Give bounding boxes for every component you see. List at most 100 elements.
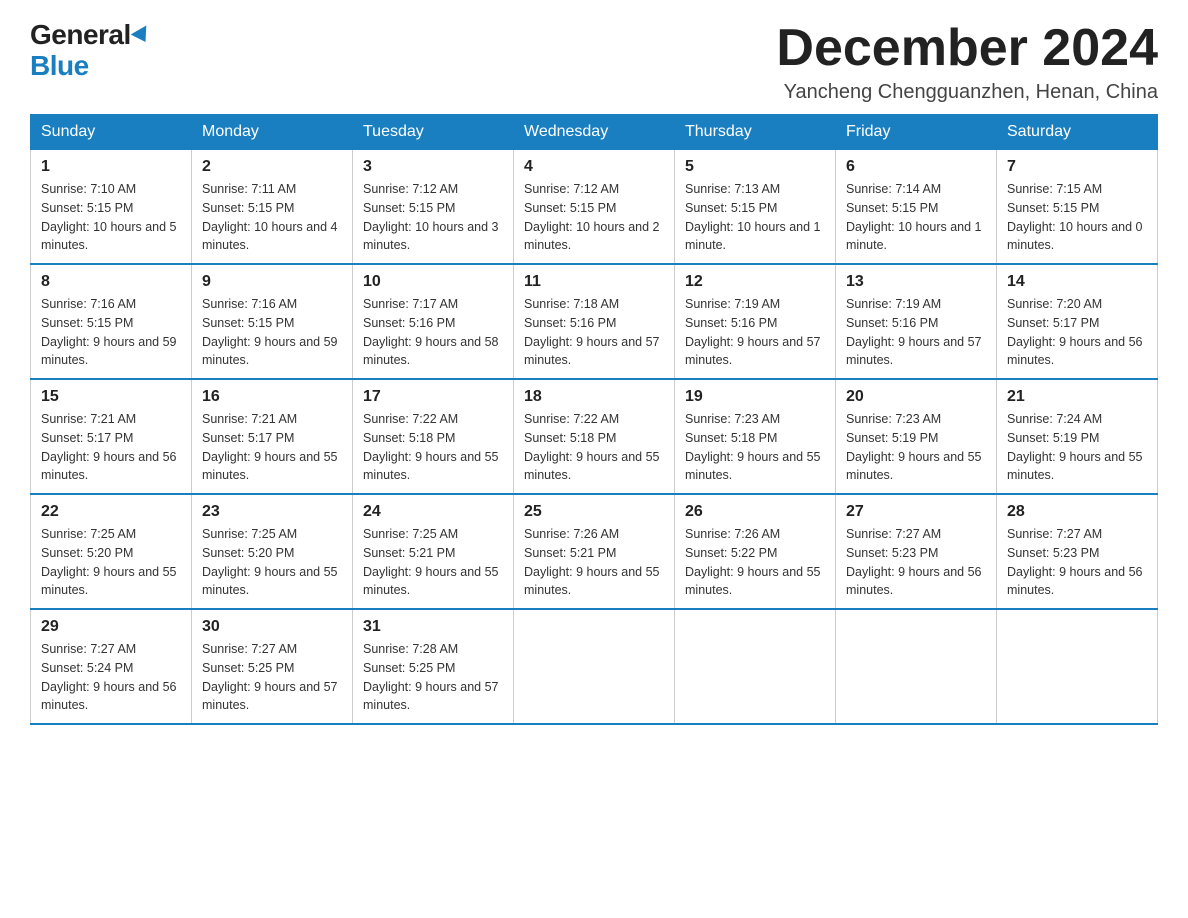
calendar-header-thursday: Thursday xyxy=(675,115,836,150)
calendar-day-cell: 9 Sunrise: 7:16 AM Sunset: 5:15 PM Dayli… xyxy=(192,264,353,379)
day-number: 3 xyxy=(363,158,503,176)
calendar-day-cell: 29 Sunrise: 7:27 AM Sunset: 5:24 PM Dayl… xyxy=(31,609,192,724)
calendar-day-cell: 26 Sunrise: 7:26 AM Sunset: 5:22 PM Dayl… xyxy=(675,494,836,609)
day-info: Sunrise: 7:19 AM Sunset: 5:16 PM Dayligh… xyxy=(685,295,825,370)
calendar-day-cell: 15 Sunrise: 7:21 AM Sunset: 5:17 PM Dayl… xyxy=(31,379,192,494)
day-number: 4 xyxy=(524,158,664,176)
day-info: Sunrise: 7:23 AM Sunset: 5:18 PM Dayligh… xyxy=(685,410,825,485)
day-number: 15 xyxy=(41,388,181,406)
day-info: Sunrise: 7:12 AM Sunset: 5:15 PM Dayligh… xyxy=(524,180,664,255)
day-info: Sunrise: 7:28 AM Sunset: 5:25 PM Dayligh… xyxy=(363,640,503,715)
logo-blue-text: Blue xyxy=(30,50,89,81)
day-info: Sunrise: 7:21 AM Sunset: 5:17 PM Dayligh… xyxy=(202,410,342,485)
day-info: Sunrise: 7:13 AM Sunset: 5:15 PM Dayligh… xyxy=(685,180,825,255)
day-number: 22 xyxy=(41,503,181,521)
calendar-day-cell: 14 Sunrise: 7:20 AM Sunset: 5:17 PM Dayl… xyxy=(997,264,1158,379)
calendar-day-cell: 16 Sunrise: 7:21 AM Sunset: 5:17 PM Dayl… xyxy=(192,379,353,494)
day-info: Sunrise: 7:25 AM Sunset: 5:20 PM Dayligh… xyxy=(41,525,181,600)
day-number: 5 xyxy=(685,158,825,176)
calendar-day-cell: 31 Sunrise: 7:28 AM Sunset: 5:25 PM Dayl… xyxy=(353,609,514,724)
day-info: Sunrise: 7:24 AM Sunset: 5:19 PM Dayligh… xyxy=(1007,410,1147,485)
day-info: Sunrise: 7:16 AM Sunset: 5:15 PM Dayligh… xyxy=(41,295,181,370)
day-number: 29 xyxy=(41,618,181,636)
day-number: 12 xyxy=(685,273,825,291)
calendar-day-cell: 2 Sunrise: 7:11 AM Sunset: 5:15 PM Dayli… xyxy=(192,150,353,265)
page-header: General Blue December 2024 Yancheng Chen… xyxy=(30,20,1158,104)
calendar-day-cell: 24 Sunrise: 7:25 AM Sunset: 5:21 PM Dayl… xyxy=(353,494,514,609)
calendar-day-cell xyxy=(836,609,997,724)
calendar-day-cell: 12 Sunrise: 7:19 AM Sunset: 5:16 PM Dayl… xyxy=(675,264,836,379)
day-number: 26 xyxy=(685,503,825,521)
day-number: 9 xyxy=(202,273,342,291)
day-info: Sunrise: 7:26 AM Sunset: 5:22 PM Dayligh… xyxy=(685,525,825,600)
calendar-week-row: 1 Sunrise: 7:10 AM Sunset: 5:15 PM Dayli… xyxy=(31,150,1158,265)
day-number: 7 xyxy=(1007,158,1147,176)
day-number: 28 xyxy=(1007,503,1147,521)
calendar-header-saturday: Saturday xyxy=(997,115,1158,150)
day-number: 14 xyxy=(1007,273,1147,291)
calendar-week-row: 15 Sunrise: 7:21 AM Sunset: 5:17 PM Dayl… xyxy=(31,379,1158,494)
day-info: Sunrise: 7:14 AM Sunset: 5:15 PM Dayligh… xyxy=(846,180,986,255)
day-info: Sunrise: 7:18 AM Sunset: 5:16 PM Dayligh… xyxy=(524,295,664,370)
calendar-day-cell: 8 Sunrise: 7:16 AM Sunset: 5:15 PM Dayli… xyxy=(31,264,192,379)
calendar-day-cell: 27 Sunrise: 7:27 AM Sunset: 5:23 PM Dayl… xyxy=(836,494,997,609)
day-number: 13 xyxy=(846,273,986,291)
day-number: 27 xyxy=(846,503,986,521)
calendar-header-monday: Monday xyxy=(192,115,353,150)
calendar-day-cell: 6 Sunrise: 7:14 AM Sunset: 5:15 PM Dayli… xyxy=(836,150,997,265)
day-info: Sunrise: 7:21 AM Sunset: 5:17 PM Dayligh… xyxy=(41,410,181,485)
day-info: Sunrise: 7:11 AM Sunset: 5:15 PM Dayligh… xyxy=(202,180,342,255)
calendar-header-sunday: Sunday xyxy=(31,115,192,150)
calendar-header-row: SundayMondayTuesdayWednesdayThursdayFrid… xyxy=(31,115,1158,150)
calendar-day-cell: 11 Sunrise: 7:18 AM Sunset: 5:16 PM Dayl… xyxy=(514,264,675,379)
day-number: 2 xyxy=(202,158,342,176)
day-number: 23 xyxy=(202,503,342,521)
calendar-day-cell: 19 Sunrise: 7:23 AM Sunset: 5:18 PM Dayl… xyxy=(675,379,836,494)
day-number: 24 xyxy=(363,503,503,521)
calendar-day-cell xyxy=(675,609,836,724)
calendar-week-row: 29 Sunrise: 7:27 AM Sunset: 5:24 PM Dayl… xyxy=(31,609,1158,724)
title-area: December 2024 Yancheng Chengguanzhen, He… xyxy=(776,20,1158,104)
location-text: Yancheng Chengguanzhen, Henan, China xyxy=(776,81,1158,104)
calendar-header-wednesday: Wednesday xyxy=(514,115,675,150)
day-info: Sunrise: 7:25 AM Sunset: 5:21 PM Dayligh… xyxy=(363,525,503,600)
day-info: Sunrise: 7:20 AM Sunset: 5:17 PM Dayligh… xyxy=(1007,295,1147,370)
month-title: December 2024 xyxy=(776,20,1158,77)
calendar-week-row: 8 Sunrise: 7:16 AM Sunset: 5:15 PM Dayli… xyxy=(31,264,1158,379)
day-number: 17 xyxy=(363,388,503,406)
calendar-day-cell: 5 Sunrise: 7:13 AM Sunset: 5:15 PM Dayli… xyxy=(675,150,836,265)
day-info: Sunrise: 7:27 AM Sunset: 5:25 PM Dayligh… xyxy=(202,640,342,715)
calendar-week-row: 22 Sunrise: 7:25 AM Sunset: 5:20 PM Dayl… xyxy=(31,494,1158,609)
calendar-day-cell: 30 Sunrise: 7:27 AM Sunset: 5:25 PM Dayl… xyxy=(192,609,353,724)
day-number: 19 xyxy=(685,388,825,406)
calendar-day-cell: 18 Sunrise: 7:22 AM Sunset: 5:18 PM Dayl… xyxy=(514,379,675,494)
day-number: 16 xyxy=(202,388,342,406)
calendar-header-tuesday: Tuesday xyxy=(353,115,514,150)
day-number: 1 xyxy=(41,158,181,176)
day-info: Sunrise: 7:22 AM Sunset: 5:18 PM Dayligh… xyxy=(363,410,503,485)
day-info: Sunrise: 7:25 AM Sunset: 5:20 PM Dayligh… xyxy=(202,525,342,600)
day-info: Sunrise: 7:27 AM Sunset: 5:24 PM Dayligh… xyxy=(41,640,181,715)
calendar-day-cell: 13 Sunrise: 7:19 AM Sunset: 5:16 PM Dayl… xyxy=(836,264,997,379)
calendar-day-cell: 21 Sunrise: 7:24 AM Sunset: 5:19 PM Dayl… xyxy=(997,379,1158,494)
day-info: Sunrise: 7:22 AM Sunset: 5:18 PM Dayligh… xyxy=(524,410,664,485)
day-info: Sunrise: 7:19 AM Sunset: 5:16 PM Dayligh… xyxy=(846,295,986,370)
day-number: 20 xyxy=(846,388,986,406)
day-number: 18 xyxy=(524,388,664,406)
logo-arrow-icon xyxy=(130,25,153,46)
day-number: 11 xyxy=(524,273,664,291)
day-number: 30 xyxy=(202,618,342,636)
day-info: Sunrise: 7:27 AM Sunset: 5:23 PM Dayligh… xyxy=(1007,525,1147,600)
logo-general-text: General xyxy=(30,19,131,50)
logo: General Blue xyxy=(30,20,151,82)
calendar-day-cell: 1 Sunrise: 7:10 AM Sunset: 5:15 PM Dayli… xyxy=(31,150,192,265)
day-number: 21 xyxy=(1007,388,1147,406)
day-info: Sunrise: 7:12 AM Sunset: 5:15 PM Dayligh… xyxy=(363,180,503,255)
calendar-day-cell: 3 Sunrise: 7:12 AM Sunset: 5:15 PM Dayli… xyxy=(353,150,514,265)
calendar-header-friday: Friday xyxy=(836,115,997,150)
day-info: Sunrise: 7:15 AM Sunset: 5:15 PM Dayligh… xyxy=(1007,180,1147,255)
calendar-day-cell: 23 Sunrise: 7:25 AM Sunset: 5:20 PM Dayl… xyxy=(192,494,353,609)
day-number: 6 xyxy=(846,158,986,176)
day-info: Sunrise: 7:26 AM Sunset: 5:21 PM Dayligh… xyxy=(524,525,664,600)
calendar-day-cell: 25 Sunrise: 7:26 AM Sunset: 5:21 PM Dayl… xyxy=(514,494,675,609)
